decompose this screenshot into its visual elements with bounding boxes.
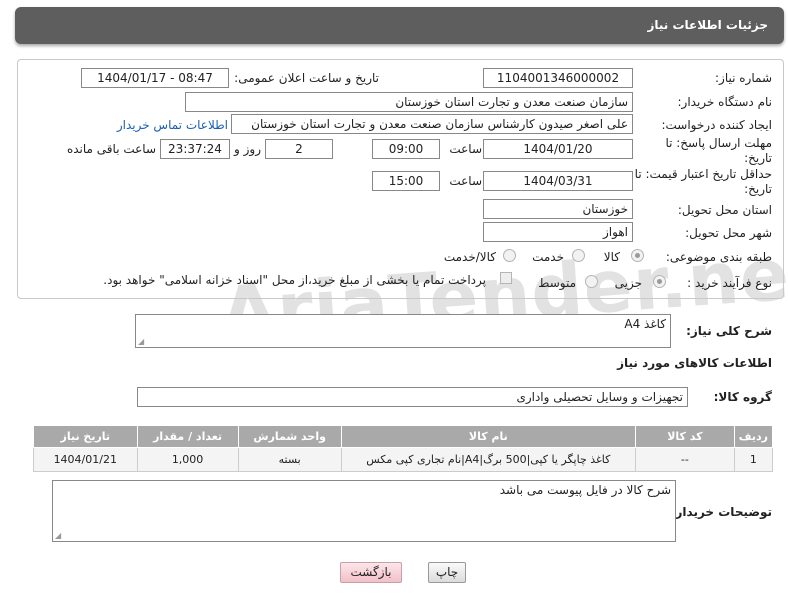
price-validity-label: حداقل تاریخ اعتبار قیمت: تا تاریخ: <box>634 167 772 196</box>
col-goods-name: نام کالا <box>340 425 636 448</box>
col-unit: واحد شمارش <box>237 425 342 448</box>
print-button[interactable]: چاپ <box>428 562 466 583</box>
response-time-field[interactable]: 09:00 <box>372 139 440 159</box>
purchase-medium-label: متوسط <box>538 276 576 290</box>
delivery-city-field[interactable]: اهواز <box>483 222 633 242</box>
items-section-title: اطلاعات کالاهای مورد نیاز <box>617 356 772 370</box>
resize-grip-icon[interactable]: ◢ <box>138 338 144 346</box>
delivery-city-label: شهر محل تحویل: <box>685 226 772 240</box>
category-label: طبقه بندی موضوعی: <box>665 250 772 264</box>
category-both-radio[interactable] <box>503 249 516 262</box>
items-table: ردیف کد کالا نام کالا واحد شمارش تعداد /… <box>33 425 774 472</box>
summary-text: کاغذ A4 <box>624 317 666 331</box>
purchase-medium-radio[interactable] <box>585 275 598 288</box>
cell-unit: بسته <box>237 447 342 472</box>
price-validity-time-field[interactable]: 15:00 <box>372 171 440 191</box>
response-deadline-label: مهلت ارسال پاسخ: تا تاریخ: <box>665 136 772 165</box>
col-need-date: تاریخ نیاز <box>33 425 138 448</box>
purchase-minor-radio[interactable] <box>653 275 666 288</box>
col-row-number: ردیف <box>733 425 774 448</box>
goods-group-label: گروه کالا: <box>713 390 772 404</box>
buyer-org-label: نام دستگاه خریدار: <box>677 95 773 109</box>
treasury-payment-checkbox[interactable] <box>500 272 512 284</box>
need-number-label: شماره نیاز: <box>715 71 772 85</box>
requester-label: ایجاد کننده درخواست: <box>661 118 772 132</box>
remaining-time-field[interactable]: 23:37:24 <box>160 139 230 159</box>
cell-row-number: 1 <box>733 447 774 472</box>
buyer-org-field[interactable]: سازمان صنعت معدن و تجارت استان خوزستان <box>185 92 633 112</box>
category-goods-label: کالا <box>603 250 620 264</box>
resize-grip-icon[interactable]: ◢ <box>55 532 61 540</box>
page-title: جزئیات اطلاعات نیاز <box>647 18 768 32</box>
header-bar: جزئیات اطلاعات نیاز <box>15 7 784 44</box>
category-service-label: خدمت <box>532 250 564 264</box>
price-validity-date-field[interactable]: 1404/03/31 <box>483 171 633 191</box>
category-both-label: کالا/خدمت <box>443 250 496 264</box>
announce-datetime-label: تاریخ و ساعت اعلان عمومی: <box>234 71 379 85</box>
response-days-field[interactable]: 2 <box>265 139 333 159</box>
cell-goods-name: کاغذ چاپگر یا کپی|500 برگ|A4|نام تجاری ک… <box>340 447 636 472</box>
summary-textarea[interactable]: کاغذ A4 ◢ <box>135 314 671 348</box>
table-row[interactable]: 1 -- کاغذ چاپگر یا کپی|500 برگ|A4|نام تج… <box>33 447 774 472</box>
cell-goods-code: -- <box>634 447 735 472</box>
delivery-province-field[interactable]: خوزستان <box>483 199 633 219</box>
summary-label: شرح کلی نیاز: <box>686 324 772 338</box>
col-quantity: تعداد / مقدار <box>136 425 239 448</box>
table-header-row: ردیف کد کالا نام کالا واحد شمارش تعداد /… <box>33 425 774 448</box>
back-button[interactable]: بازگشت <box>340 562 402 583</box>
goods-group-field[interactable]: تجهیزات و وسایل تحصیلی واداری <box>137 387 688 407</box>
cell-quantity: 1,000 <box>136 447 239 472</box>
category-service-radio[interactable] <box>572 249 585 262</box>
response-date-field[interactable]: 1404/01/20 <box>483 139 633 159</box>
treasury-payment-note: پرداخت تمام یا بخشی از مبلغ خرید،از محل … <box>103 273 486 287</box>
category-goods-radio[interactable] <box>631 249 644 262</box>
buyer-contact-link[interactable]: اطلاعات تماس خریدار <box>117 118 228 132</box>
days-label: روز و <box>234 142 261 156</box>
buyer-notes-label: توضیحات خریدار: <box>670 505 772 519</box>
col-goods-code: کد کالا <box>634 425 735 448</box>
requester-field[interactable]: علی اصغر صیدون کارشناس سازمان صنعت معدن … <box>231 114 633 134</box>
response-time-label: ساعت <box>449 142 482 156</box>
buyer-notes-textarea[interactable]: شرح کالا در فایل پیوست می باشد ◢ <box>52 480 676 542</box>
price-validity-time-label: ساعت <box>449 174 482 188</box>
cell-need-date: 1404/01/21 <box>33 447 138 472</box>
buyer-notes-text: شرح کالا در فایل پیوست می باشد <box>499 483 671 497</box>
announce-datetime-field[interactable]: 1404/01/17 - 08:47 <box>81 68 229 88</box>
need-number-field[interactable]: 1104001346000002 <box>483 68 633 88</box>
remaining-label: ساعت باقی مانده <box>66 142 156 156</box>
purchase-type-label: نوع فرآیند خرید : <box>687 276 772 290</box>
purchase-minor-label: جزیی <box>614 276 642 290</box>
delivery-province-label: استان محل تحویل: <box>677 203 772 217</box>
